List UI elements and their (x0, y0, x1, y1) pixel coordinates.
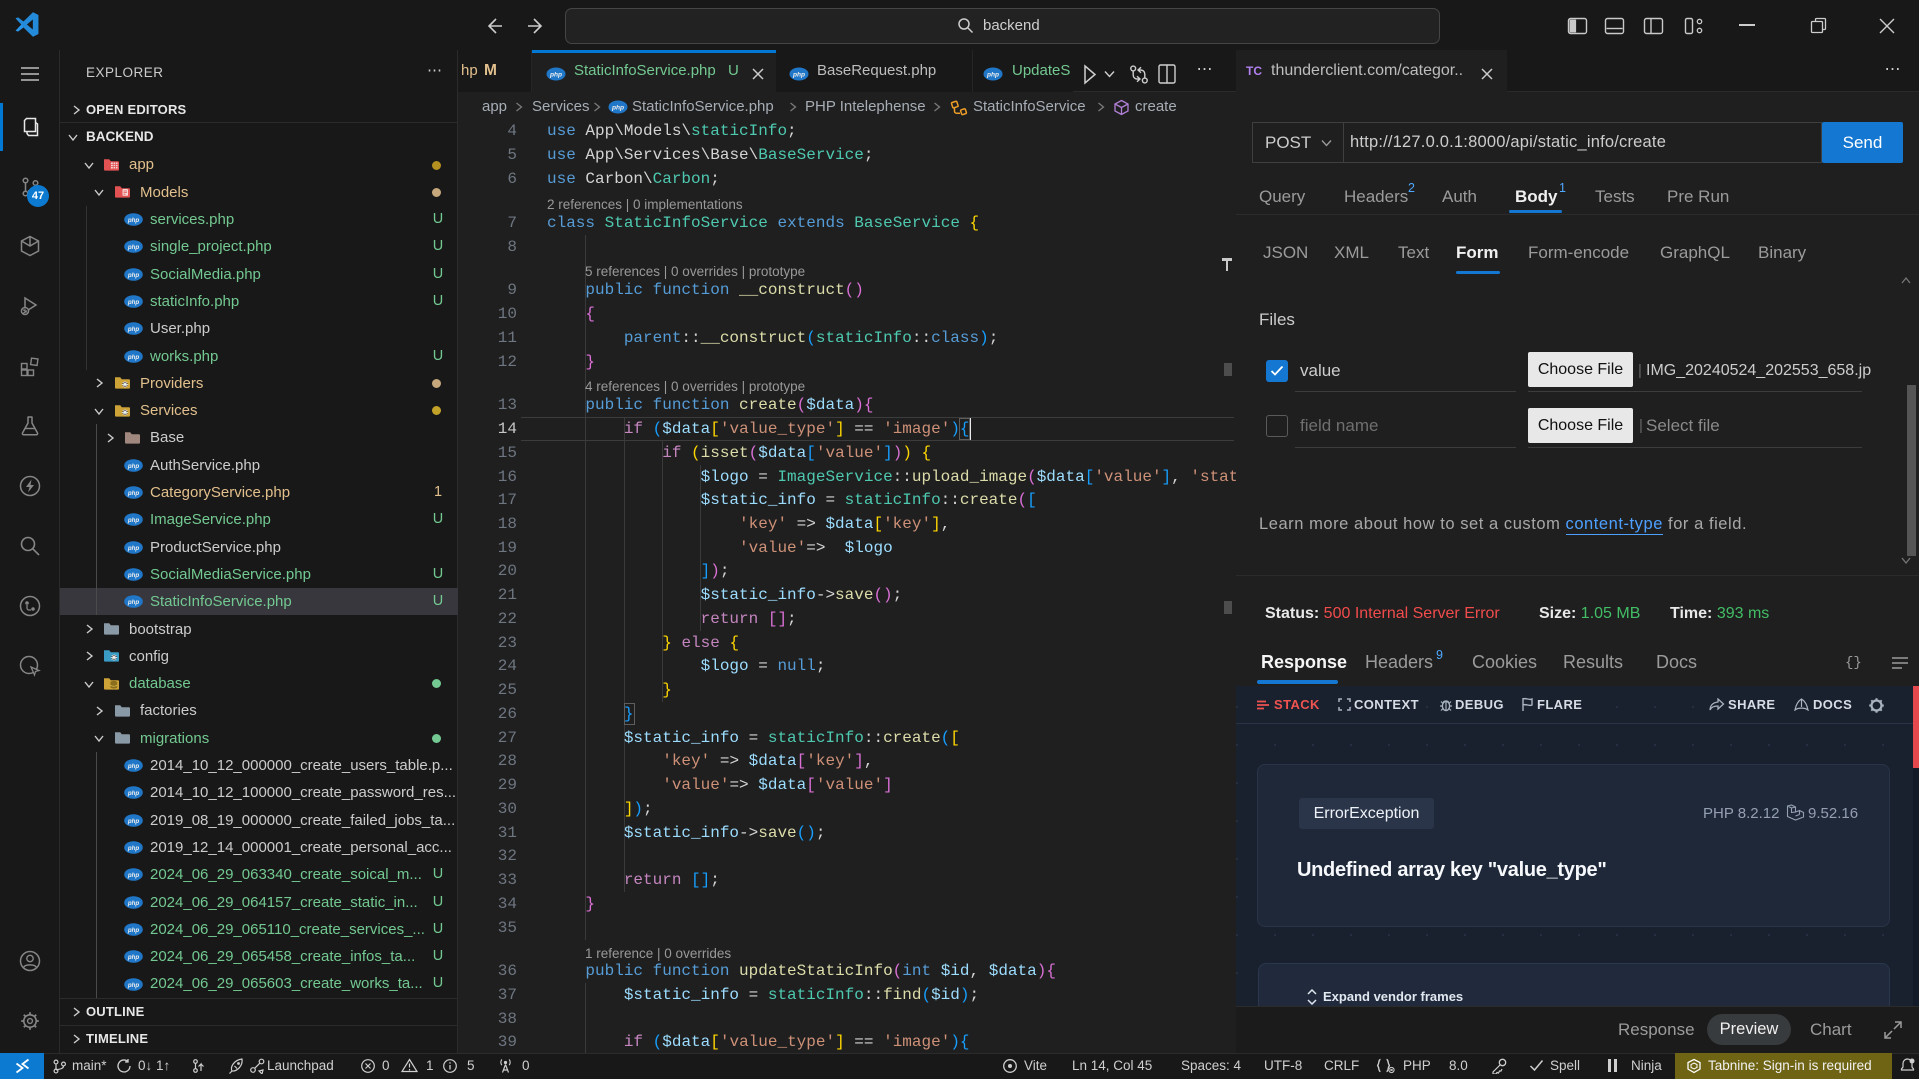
svg-text:php: php (127, 927, 140, 934)
svg-text:php: php (127, 845, 140, 852)
svg-text:php: php (127, 463, 140, 470)
svg-text:php: php (127, 244, 140, 251)
svg-text:php: php (127, 818, 140, 825)
svg-text:php: php (611, 105, 624, 112)
svg-text:php: php (127, 354, 140, 361)
svg-text:php: php (127, 517, 140, 524)
svg-text:php: php (127, 872, 140, 879)
svg-text:php: php (127, 299, 140, 306)
svg-text:php: php (792, 72, 805, 79)
svg-text:php: php (127, 900, 140, 907)
svg-text:php: php (127, 217, 140, 224)
svg-text:php: php (127, 599, 140, 606)
svg-text:php: php (127, 982, 140, 989)
svg-text:php: php (127, 545, 140, 552)
svg-text:php: php (127, 954, 140, 961)
svg-text:php: php (127, 790, 140, 797)
svg-text:php: php (127, 490, 140, 497)
svg-text:php: php (127, 572, 140, 579)
svg-text:php: php (986, 72, 999, 79)
svg-text:php: php (127, 326, 140, 333)
svg-text:php: php (127, 272, 140, 279)
svg-text:php: php (127, 763, 140, 770)
svg-text:php: php (549, 72, 562, 79)
